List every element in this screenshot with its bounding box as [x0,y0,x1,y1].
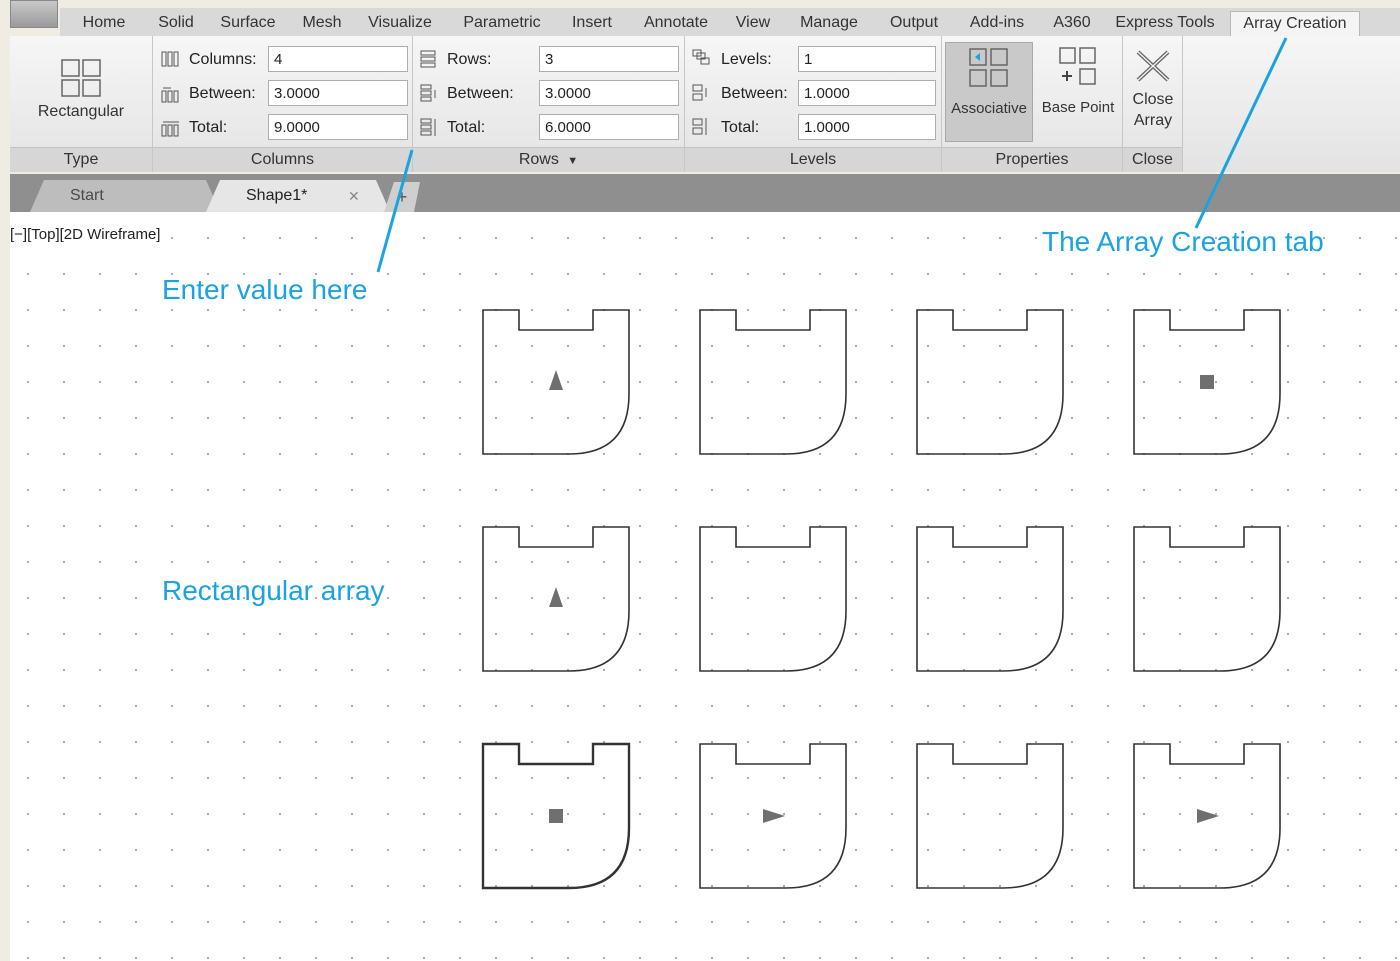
callout-enter-value: Enter value here [162,274,368,305]
array-item-shape[interactable] [1133,526,1281,672]
grip-marker-icon[interactable] [549,370,563,390]
grip-marker-icon[interactable] [1197,809,1219,823]
grip-marker-icon[interactable] [549,587,563,607]
array-item-shape[interactable] [699,309,847,455]
grip-marker-icon[interactable] [549,809,563,823]
array-item-shape[interactable] [916,743,1064,889]
array-item-shape[interactable] [916,309,1064,455]
autocad-window: Home Solid Surface Mesh Visualize Parame… [0,0,1400,961]
grip-marker-icon[interactable] [763,809,785,823]
grip-marker-icon[interactable] [1200,375,1214,389]
array-item-shape[interactable] [916,526,1064,672]
array-item-shape[interactable] [699,526,847,672]
callout-rectangular-array: Rectangular array [162,575,385,606]
callout-array-creation-tab: The Array Creation tab [1042,226,1324,257]
array-drawing [481,309,1281,890]
